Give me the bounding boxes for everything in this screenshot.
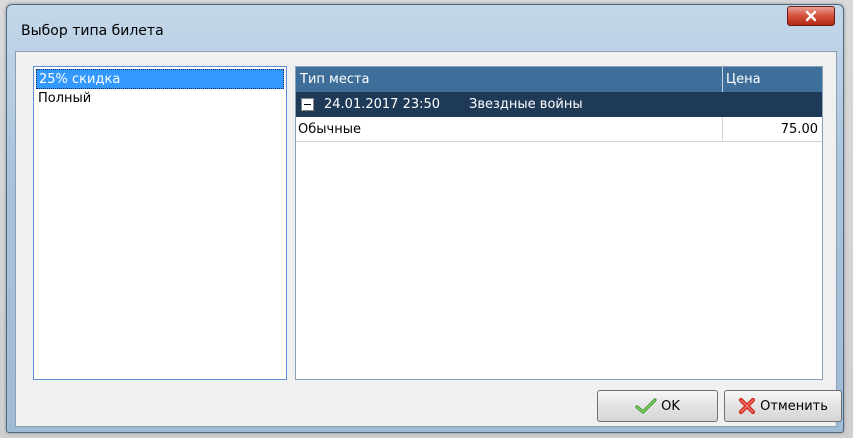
ticket-type-list[interactable]: 25% скидка Полный (33, 66, 287, 380)
checkmark-icon (635, 398, 657, 414)
close-icon (805, 10, 817, 22)
column-header-seat-type[interactable]: Тип места (298, 67, 718, 92)
seat-price-grid: Тип места Цена 24.01.2017 23:50 Звездные… (295, 66, 823, 380)
collapse-minus-icon[interactable] (301, 98, 314, 111)
session-title: Звездные войны (469, 97, 583, 112)
ok-button[interactable]: OK (597, 390, 718, 422)
cancel-button[interactable]: Отменить (724, 390, 842, 422)
list-item-discount[interactable]: 25% скидка (36, 69, 284, 89)
column-divider (722, 67, 723, 92)
close-button[interactable] (787, 6, 835, 26)
column-header-price[interactable]: Цена (724, 67, 820, 92)
dialog-body: 25% скидка Полный Тип места Цена 24.01.2… (15, 51, 842, 427)
ok-button-label: OK (661, 398, 680, 414)
seat-type-cell: Обычные (298, 122, 361, 137)
session-datetime: 24.01.2017 23:50 (324, 97, 441, 112)
title-bar[interactable]: Выбор типа билета (7, 5, 843, 45)
ticket-type-dialog: Выбор типа билета 25% скидка Полный Тип … (6, 4, 844, 433)
table-row[interactable]: Обычные 75.00 (296, 117, 822, 142)
cell-divider (722, 117, 723, 142)
grid-header: Тип места Цена (296, 67, 822, 92)
window-title: Выбор типа билета (21, 23, 164, 39)
cancel-button-label: Отменить (760, 398, 828, 414)
price-cell: 75.00 (780, 122, 818, 137)
session-group-row[interactable]: 24.01.2017 23:50 Звездные войны (296, 92, 822, 117)
red-cross-icon (738, 397, 756, 415)
list-item-full[interactable]: Полный (36, 89, 284, 109)
